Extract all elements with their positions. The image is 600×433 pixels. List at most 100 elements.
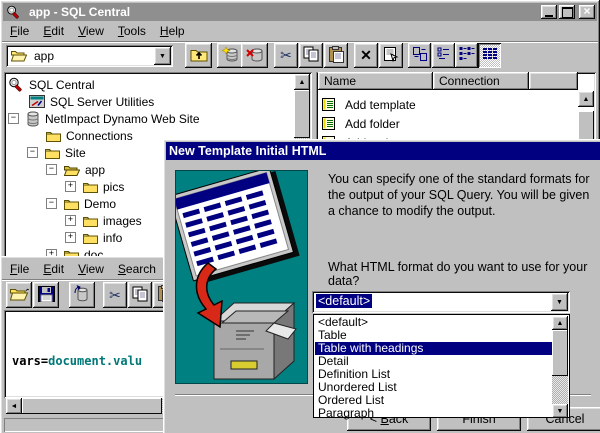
menu-file[interactable]: File xyxy=(3,22,36,40)
paste-icon xyxy=(329,46,344,66)
column-header-filler xyxy=(529,72,578,90)
dropdown-option[interactable]: Table with headings xyxy=(315,342,552,355)
scroll-down-button[interactable]: ▼ xyxy=(552,404,568,418)
cut-button[interactable]: ✂ xyxy=(274,43,298,68)
editor-menu-file[interactable]: File xyxy=(3,260,36,278)
column-header-name[interactable]: Name xyxy=(318,72,433,90)
tree-item-sql-server-utilities[interactable]: SQL Server Utilities xyxy=(29,93,154,110)
collapse-expander-icon[interactable]: − xyxy=(27,147,38,158)
collapse-expander-icon[interactable]: − xyxy=(8,113,19,124)
copy-icon xyxy=(303,46,319,65)
database-icon xyxy=(26,111,40,127)
scrollbar-thumb[interactable] xyxy=(294,90,310,138)
tree-item-images[interactable]: + images xyxy=(65,212,142,229)
dropdown-option[interactable]: Table xyxy=(315,329,552,342)
scroll-up-button[interactable]: ▲ xyxy=(578,91,594,107)
combobox-dropdown-button[interactable]: ▼ xyxy=(551,293,568,311)
editor-menu-edit[interactable]: Edit xyxy=(36,260,71,278)
dropdown-option[interactable]: Ordered List xyxy=(315,394,552,407)
paste-button[interactable] xyxy=(324,43,348,68)
tree-item-site[interactable]: − Site xyxy=(27,144,86,161)
tree-label: app xyxy=(85,163,105,177)
scrollbar-thumb[interactable] xyxy=(22,398,162,414)
folder-icon xyxy=(64,198,79,210)
wizard-title-bar[interactable]: New Template Initial HTML xyxy=(166,142,600,160)
tree-item-sql-central[interactable]: SQL Central xyxy=(8,76,95,93)
tree-label: Connections xyxy=(66,129,133,143)
small-icons-button[interactable] xyxy=(432,43,455,68)
tree-item-connections[interactable]: Connections xyxy=(46,127,133,144)
trash-icon xyxy=(74,285,90,305)
tree-item-app[interactable]: − app xyxy=(46,161,105,178)
properties-button[interactable] xyxy=(379,43,403,68)
main-window-title: app - SQL Central xyxy=(29,5,130,19)
folder-open-icon xyxy=(11,49,27,62)
scissors-icon: ✂ xyxy=(109,287,121,304)
scroll-left-button[interactable]: ◄ xyxy=(6,398,22,414)
expand-expander-icon[interactable]: + xyxy=(65,232,76,243)
list-item-add-folder[interactable]: Add folder xyxy=(322,114,400,133)
tree-item-pics[interactable]: + pics xyxy=(65,178,124,195)
editor-cut-button[interactable]: ✂ xyxy=(103,282,127,308)
editor-menu-search[interactable]: Search xyxy=(111,260,163,278)
column-header-connection[interactable]: Connection xyxy=(433,72,529,90)
menu-edit[interactable]: Edit xyxy=(36,22,71,40)
new-database-button[interactable] xyxy=(217,43,244,68)
editor-copy-button[interactable] xyxy=(128,282,152,308)
menu-help[interactable]: Help xyxy=(153,22,192,40)
scroll-up-icon: ▲ xyxy=(299,79,306,86)
minimize-button[interactable] xyxy=(541,5,557,19)
editor-open-button[interactable] xyxy=(6,282,32,308)
address-combobox[interactable]: app ▼ xyxy=(6,45,173,67)
small-icons-icon xyxy=(436,46,452,65)
tree-item-netimpact[interactable]: − NetImpact Dynamo Web Site xyxy=(8,110,200,127)
delete-button[interactable]: ✕ xyxy=(354,43,378,68)
up-one-level-button[interactable] xyxy=(185,43,212,68)
address-dropdown-button[interactable]: ▼ xyxy=(154,47,171,65)
maximize-button[interactable] xyxy=(559,5,575,19)
template-doc-icon xyxy=(322,116,335,131)
scroll-up-button[interactable]: ▲ xyxy=(294,74,310,90)
tree-label: SQL Central xyxy=(29,78,95,92)
wizard-dialog: New Template Initial HTML xyxy=(163,139,600,433)
delete-database-button[interactable] xyxy=(241,43,268,68)
editor-save-button[interactable] xyxy=(33,282,59,308)
folder-icon xyxy=(46,130,61,142)
scrollbar-thumb[interactable] xyxy=(552,330,568,376)
list-item-add-template[interactable]: Add template xyxy=(322,95,416,114)
tree-item-info[interactable]: + info xyxy=(65,229,122,246)
scroll-up-button[interactable]: ▲ xyxy=(552,316,568,330)
wizard-graphic xyxy=(175,170,308,384)
expand-expander-icon[interactable]: + xyxy=(65,215,76,226)
tree-item-demo[interactable]: − Demo xyxy=(46,195,116,212)
dropdown-option[interactable]: Paragraph xyxy=(315,407,552,420)
dropdown-scrollbar[interactable]: ▲ ▼ xyxy=(552,316,568,416)
scrollbar-track[interactable] xyxy=(552,376,568,404)
close-button[interactable]: × xyxy=(579,5,595,19)
tree-label: Site xyxy=(65,146,86,160)
tree-label: info xyxy=(103,231,122,245)
dropdown-option[interactable]: Definition List xyxy=(315,368,552,381)
editor-menu-view[interactable]: View xyxy=(71,260,111,278)
list-view-button[interactable] xyxy=(455,43,478,68)
dropdown-option[interactable]: Unordered List xyxy=(315,381,552,394)
expand-expander-icon[interactable]: + xyxy=(65,181,76,192)
large-icons-button[interactable] xyxy=(408,43,431,68)
dropdown-option[interactable]: Detail xyxy=(315,355,552,368)
copy-button[interactable] xyxy=(299,43,323,68)
main-title-bar[interactable]: app - SQL Central × xyxy=(3,3,597,21)
details-view-button[interactable] xyxy=(478,43,501,68)
tree-label: pics xyxy=(103,180,124,194)
scissors-icon: ✂ xyxy=(280,47,292,64)
scroll-down-icon: ▼ xyxy=(557,408,564,415)
editor-delete-button[interactable] xyxy=(69,282,95,308)
up-folder-icon xyxy=(190,47,208,65)
folder-icon xyxy=(83,181,98,193)
menu-view[interactable]: View xyxy=(71,22,111,40)
format-combobox[interactable]: <default> ▼ xyxy=(312,291,570,313)
dropdown-option[interactable]: <default> xyxy=(315,316,552,329)
chevron-down-icon: ▼ xyxy=(556,299,563,306)
collapse-expander-icon[interactable]: − xyxy=(46,164,57,175)
collapse-expander-icon[interactable]: − xyxy=(46,198,57,209)
menu-tools[interactable]: Tools xyxy=(111,22,153,40)
